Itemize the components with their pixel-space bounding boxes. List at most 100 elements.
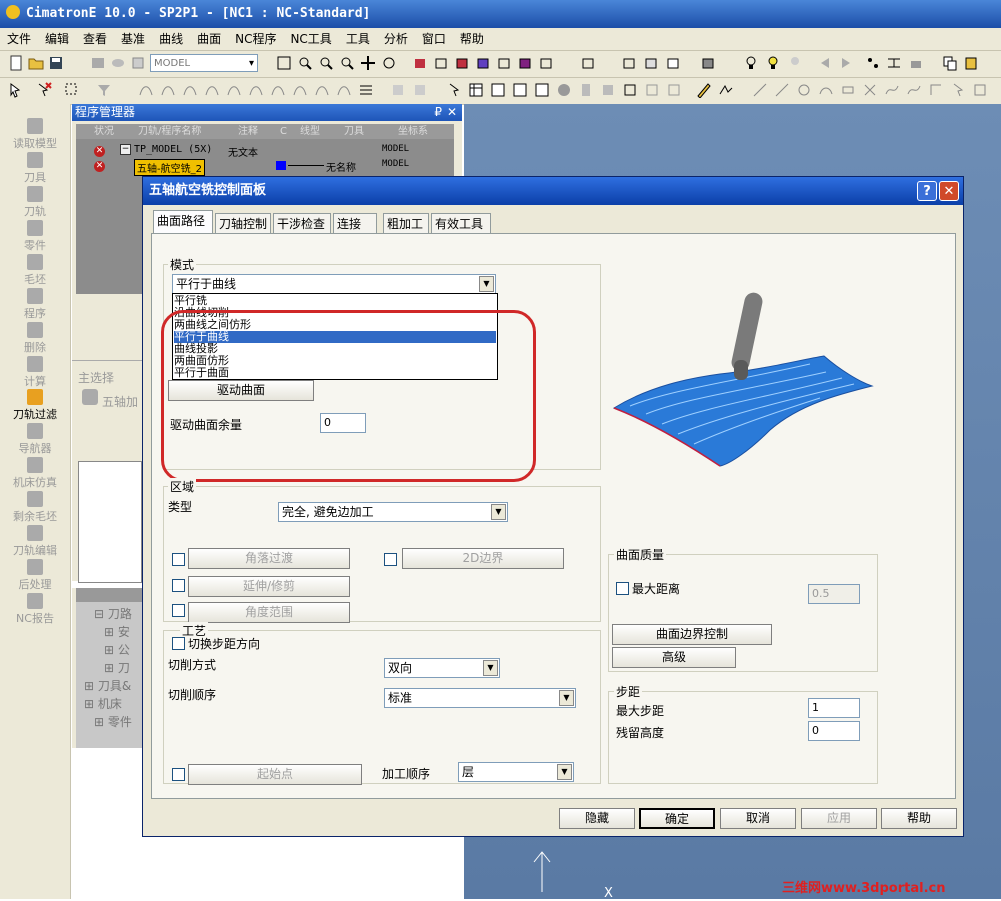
zoom-window-icon[interactable]	[276, 55, 292, 71]
curve-tool-7-icon[interactable]	[270, 82, 286, 98]
surface-tool-2-icon[interactable]	[412, 82, 428, 98]
forward-arrow-icon[interactable]	[838, 55, 854, 71]
sidebar-item-procedure[interactable]: 程序	[0, 288, 70, 321]
line-2-icon[interactable]	[774, 82, 790, 98]
frame-icon[interactable]	[972, 82, 988, 98]
tree-item[interactable]: ⊞ 零件	[94, 713, 132, 730]
menu-help[interactable]: 帮助	[453, 28, 491, 50]
display-icon[interactable]	[90, 55, 106, 71]
back-arrow-icon[interactable]	[817, 55, 833, 71]
view-left-icon[interactable]	[538, 55, 554, 71]
list-icon[interactable]	[358, 82, 374, 98]
curve-tool-5-icon[interactable]	[226, 82, 242, 98]
switch-step-direction-checkbox[interactable]	[172, 637, 185, 650]
corner-transition-checkbox[interactable]	[172, 553, 185, 566]
select-box-icon[interactable]	[64, 82, 80, 98]
corner-transition-button[interactable]: 角落过渡	[188, 548, 350, 569]
tree-item[interactable]: ⊟ 刀路	[94, 605, 132, 622]
curve-tool-6-icon[interactable]	[248, 82, 264, 98]
menu-tools[interactable]: 工具	[339, 28, 377, 50]
max-distance-checkbox[interactable]	[616, 582, 629, 595]
menu-curve[interactable]: 曲线	[152, 28, 190, 50]
col-status[interactable]: 状况	[94, 124, 114, 139]
extend-trim-button[interactable]: 延伸/修剪	[188, 576, 350, 597]
layout-icon[interactable]	[644, 82, 660, 98]
light-bulb-icon[interactable]	[743, 55, 759, 71]
pointer-icon[interactable]	[950, 82, 966, 98]
filter-icon[interactable]	[96, 82, 112, 98]
sidebar-item-nc-report[interactable]: NC报告	[0, 593, 70, 626]
curve-tool-4-icon[interactable]	[204, 82, 220, 98]
edit-icon[interactable]	[696, 82, 712, 98]
sidebar-item-toolpath-filter[interactable]: 刀轨过滤	[0, 389, 70, 422]
cursor-icon[interactable]	[446, 82, 462, 98]
sphere-icon[interactable]	[556, 82, 572, 98]
advanced-button[interactable]: 高级	[612, 647, 736, 668]
sidebar-item-toolpath[interactable]: 刀轨	[0, 186, 70, 219]
sidebar-item-read-model[interactable]: 读取模型	[0, 118, 70, 151]
wireframe-icon[interactable]	[621, 55, 637, 71]
shape-icon[interactable]	[600, 82, 616, 98]
col-c[interactable]: C	[280, 124, 287, 139]
pick-icon[interactable]	[8, 82, 24, 98]
menu-nc-program[interactable]: NC程序	[228, 28, 283, 50]
query-icon[interactable]	[534, 82, 550, 98]
pan-icon[interactable]	[360, 55, 376, 71]
curve-draw-icon[interactable]	[884, 82, 900, 98]
tab-link[interactable]: 连接	[333, 213, 377, 233]
menu-edit[interactable]: 编辑	[38, 28, 76, 50]
sidebar-item-compute[interactable]: 计算	[0, 356, 70, 389]
table-row[interactable]: ✕ − TP_MODEL (5X) 无文本 MODEL	[76, 144, 454, 159]
machining-order-select[interactable]: 层 ▼	[458, 762, 574, 782]
tree-item[interactable]: ⊞ 刀	[104, 659, 130, 676]
box-icon[interactable]	[622, 82, 638, 98]
layer-icon[interactable]	[110, 55, 126, 71]
hidden-line-icon[interactable]	[643, 55, 659, 71]
model-select[interactable]: MODEL ▾	[150, 54, 258, 72]
hide-button[interactable]: 隐藏	[559, 808, 635, 829]
col-tool[interactable]: 刀具	[344, 124, 364, 139]
sidebar-item-post-process[interactable]: 后处理	[0, 559, 70, 592]
model-icon[interactable]	[130, 55, 146, 71]
magnifier-icon[interactable]	[339, 55, 355, 71]
corner-icon[interactable]	[928, 82, 944, 98]
sidebar-item-navigator[interactable]: 导航器	[0, 423, 70, 456]
tab-valid-tools[interactable]: 有效工具	[431, 213, 491, 233]
tree-item[interactable]: ⊞ 公	[104, 641, 130, 658]
curve-tool-icon[interactable]	[138, 82, 154, 98]
pick-cross-icon[interactable]	[36, 82, 52, 98]
curve-tool-2-icon[interactable]	[160, 82, 176, 98]
cancel-button[interactable]: 取消	[720, 808, 796, 829]
sidebar-item-machine-sim[interactable]: 机床仿真	[0, 457, 70, 490]
menu-window[interactable]: 窗口	[415, 28, 453, 50]
sidebar-item-delete[interactable]: 删除	[0, 322, 70, 355]
angle-range-button[interactable]: 角度范围	[188, 602, 350, 623]
start-point-button[interactable]: 起始点	[188, 764, 362, 785]
tree-item[interactable]: ⊞ 机床	[84, 695, 122, 712]
tree-item[interactable]: ⊞ 刀具&	[84, 677, 131, 694]
select-filter-icon[interactable]	[908, 55, 924, 71]
zoom-all-icon[interactable]	[297, 55, 313, 71]
sidebar-item-stock[interactable]: 毛坯	[0, 254, 70, 287]
grid-icon[interactable]	[490, 82, 506, 98]
sidebar-item-part[interactable]: 零件	[0, 220, 70, 253]
scallop-height-field[interactable]: 0	[808, 721, 860, 741]
view-front-icon[interactable]	[454, 55, 470, 71]
sidebar-item-toolpath-edit[interactable]: 刀轨编辑	[0, 525, 70, 558]
menu-nc-tools[interactable]: NC工具	[283, 28, 338, 50]
angle-range-checkbox[interactable]	[172, 604, 185, 617]
view-iso-icon[interactable]	[433, 55, 449, 71]
view-top-icon[interactable]	[475, 55, 491, 71]
start-point-checkbox[interactable]	[172, 768, 185, 781]
copy-icon[interactable]	[942, 55, 958, 71]
boundary-2d-button[interactable]: 2D边界	[402, 548, 564, 569]
tree-item[interactable]: ⊞ 安	[104, 623, 130, 640]
col-name[interactable]: 刀轨/程序名称	[138, 124, 201, 139]
close-icon[interactable]: ✕	[447, 104, 457, 121]
shaded-icon[interactable]	[665, 55, 681, 71]
boundary-2d-checkbox[interactable]	[384, 553, 397, 566]
collapse-icon[interactable]: −	[120, 144, 131, 155]
rotate-icon[interactable]	[381, 55, 397, 71]
trim-icon[interactable]	[906, 82, 922, 98]
surface-tool-icon[interactable]	[390, 82, 406, 98]
